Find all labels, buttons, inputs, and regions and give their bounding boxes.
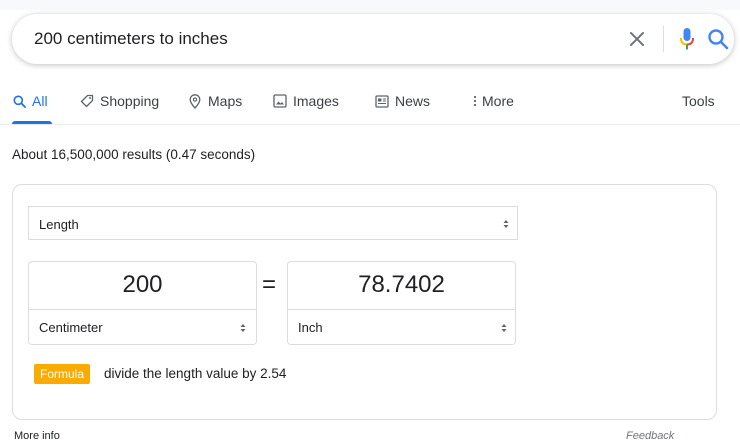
tab-all[interactable]: All bbox=[12, 92, 48, 122]
tab-images[interactable]: Images bbox=[273, 92, 339, 122]
category-select[interactable]: Length bbox=[28, 206, 518, 240]
search-input[interactable] bbox=[34, 24, 594, 54]
search-tabs: All Shopping Maps Images News More Tools bbox=[0, 92, 740, 124]
tabs-divider bbox=[0, 124, 740, 125]
close-icon bbox=[630, 32, 644, 46]
search-bar-divider bbox=[663, 26, 664, 52]
microphone-icon bbox=[680, 28, 694, 50]
image-icon bbox=[273, 93, 287, 109]
from-value-input[interactable] bbox=[29, 262, 256, 308]
tab-more[interactable]: More bbox=[472, 92, 514, 122]
map-pin-icon bbox=[188, 93, 202, 109]
search-bar bbox=[12, 14, 734, 64]
search-icon bbox=[708, 29, 729, 50]
select-arrows-icon bbox=[501, 324, 507, 332]
more-vert-icon bbox=[472, 93, 478, 109]
tab-news[interactable]: News bbox=[375, 92, 430, 122]
tab-maps-label: Maps bbox=[208, 93, 243, 109]
voice-search-button[interactable] bbox=[674, 25, 700, 53]
newspaper-icon bbox=[375, 93, 389, 109]
tools-label: Tools bbox=[682, 93, 715, 109]
to-unit-value: Inch bbox=[298, 320, 323, 335]
category-select-value: Length bbox=[39, 217, 79, 232]
tab-maps[interactable]: Maps bbox=[188, 92, 242, 122]
to-value-box: Inch bbox=[287, 261, 516, 345]
clear-search-button[interactable] bbox=[624, 26, 650, 52]
page: All Shopping Maps bbox=[0, 0, 740, 440]
tab-shopping-label: Shopping bbox=[100, 93, 160, 109]
search-submit-button[interactable] bbox=[704, 25, 732, 53]
tab-more-label: More bbox=[482, 93, 514, 109]
formula-badge: Formula bbox=[34, 364, 91, 384]
tab-news-label: News bbox=[395, 93, 431, 109]
search-icon bbox=[12, 93, 26, 109]
tag-icon bbox=[80, 93, 94, 109]
tab-images-label: Images bbox=[293, 93, 339, 109]
to-unit-select[interactable]: Inch bbox=[288, 309, 515, 344]
to-value-input[interactable] bbox=[288, 262, 515, 308]
from-unit-value: Centimeter bbox=[39, 320, 103, 335]
select-arrows-icon bbox=[240, 324, 246, 332]
from-unit-select[interactable]: Centimeter bbox=[29, 309, 256, 344]
formula-text: divide the length value by 2.54 bbox=[104, 366, 287, 381]
feedback-link[interactable]: Feedback bbox=[626, 430, 674, 440]
from-value-box: Centimeter bbox=[28, 261, 257, 345]
equals-sign: = bbox=[262, 271, 277, 298]
tab-shopping[interactable]: Shopping bbox=[80, 92, 159, 122]
result-stats: About 16,500,000 results (0.47 seconds) bbox=[12, 147, 256, 162]
select-arrows-icon bbox=[503, 220, 509, 228]
tab-all-label: All bbox=[32, 93, 48, 109]
tools-button[interactable]: Tools bbox=[682, 92, 715, 122]
more-info-link[interactable]: More info bbox=[14, 430, 60, 440]
